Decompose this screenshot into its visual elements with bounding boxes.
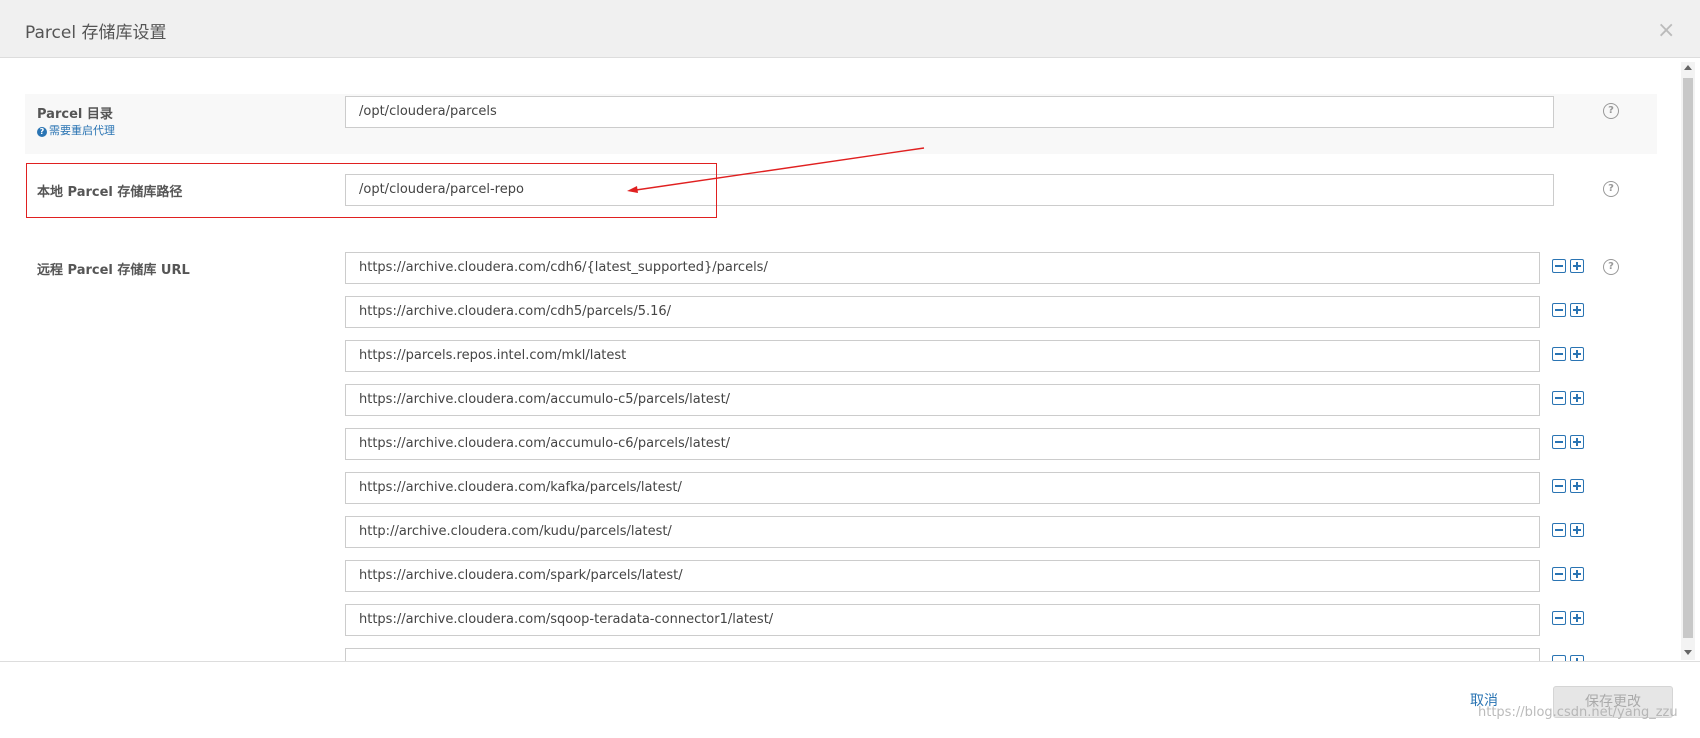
parcel-repo-settings-dialog: Parcel 存储库设置 × Parcel 目录 ? 需要重启代理 /opt/cl… [0, 0, 1700, 738]
annotation-arrow-icon [627, 147, 925, 193]
